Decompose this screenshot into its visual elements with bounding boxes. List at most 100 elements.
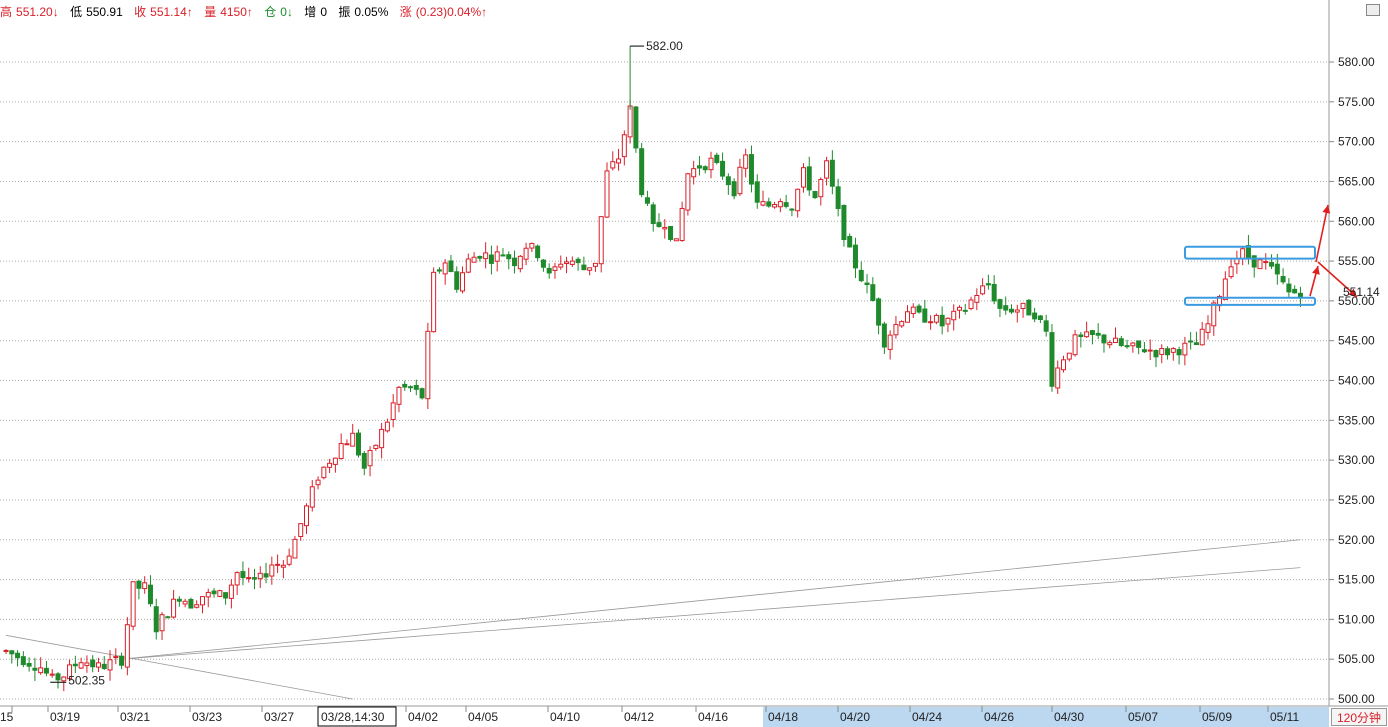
candle-down (1274, 263, 1280, 275)
candle-up (124, 624, 130, 668)
candle-down (806, 166, 812, 191)
candle-up (616, 158, 622, 164)
candle-up (396, 386, 402, 405)
high-annotation: 582.00 (646, 39, 683, 53)
candle-up (893, 324, 899, 336)
candle-down (1193, 342, 1199, 346)
candle-up (460, 272, 466, 292)
candle-up (1014, 309, 1020, 313)
candle-up (142, 582, 148, 590)
candle-up (338, 443, 344, 459)
candle-down (876, 298, 882, 326)
candle-up (95, 662, 101, 668)
candle-down (997, 299, 1003, 309)
candle-down (72, 663, 78, 667)
candle-up (887, 334, 893, 350)
candle-down (650, 204, 656, 224)
highlight-zone-box (1184, 296, 1316, 306)
candle-down (101, 663, 107, 670)
candle-up (1170, 348, 1176, 353)
candle-up (598, 216, 604, 265)
candle-up (431, 271, 437, 333)
candle-down (26, 662, 32, 667)
candle-down (413, 385, 419, 390)
date-tick-label: 05/11 (1270, 710, 1299, 724)
candle-down (644, 197, 650, 204)
candle-up (1182, 342, 1188, 356)
price-tick-label: 510.00 (1338, 612, 1375, 626)
candle-down (43, 667, 49, 674)
candle-down (1165, 348, 1171, 356)
cursor-time-label: 03/28,14:30 (321, 710, 385, 724)
candle-down (454, 271, 460, 290)
price-tick-label: 545.00 (1338, 334, 1375, 348)
candle-down (356, 432, 362, 456)
candle-down (1176, 349, 1182, 356)
candle-up (558, 263, 564, 268)
candle-up (1147, 349, 1153, 352)
trendline (5, 634, 353, 700)
candle-up (286, 555, 292, 565)
candle-down (1078, 334, 1084, 337)
price-tick-label: 515.00 (1338, 573, 1375, 587)
price-tick-label: 525.00 (1338, 493, 1375, 507)
candle-down (1032, 312, 1038, 320)
candle-up (1061, 359, 1067, 371)
date-tick-label: 04/02 (408, 710, 438, 724)
candle-up (956, 306, 962, 311)
candle-up (910, 306, 916, 314)
candle-down (223, 592, 229, 599)
candle-up (309, 486, 315, 508)
candlestick-chart[interactable]: 580.00575.00570.00565.00560.00555.00550.… (0, 0, 1388, 727)
candle-up (587, 267, 593, 271)
candle-up (523, 247, 529, 260)
price-tick-label: 540.00 (1338, 374, 1375, 388)
candle-up (1263, 261, 1269, 264)
candle-down (696, 165, 702, 169)
candle-up (691, 168, 697, 178)
candle-up (1240, 248, 1246, 260)
candle-down (991, 283, 997, 302)
candle-up (824, 160, 830, 179)
candle-up (517, 255, 523, 270)
date-tick-label: 03/21 (120, 710, 150, 724)
candle-up (315, 479, 321, 486)
date-tick-label: 05/09 (1202, 710, 1232, 724)
candle-down (188, 598, 194, 609)
candle-down (754, 181, 760, 203)
candle-down (1043, 320, 1049, 332)
candle-up (344, 443, 350, 446)
candle-down (1037, 315, 1043, 321)
candle-up (442, 262, 448, 275)
candle-up (968, 299, 974, 310)
timeframe-selector[interactable]: 120分钟 (1331, 708, 1387, 726)
low-annotation: 502.35 (68, 673, 105, 687)
candle-up (818, 178, 824, 198)
candle-down (251, 577, 257, 580)
candle-down (668, 225, 674, 240)
candle-down (783, 202, 789, 207)
trendline (121, 567, 1301, 660)
candle-down (402, 383, 408, 388)
candle-up (737, 166, 743, 195)
date-tick-label: 03/27 (264, 710, 294, 724)
candle-down (858, 269, 864, 282)
date-tick-label: 03/23 (192, 710, 222, 724)
candle-down (714, 154, 720, 163)
candle-up (228, 584, 234, 599)
candle-down (55, 673, 61, 681)
candle-up (610, 161, 616, 169)
candle-down (962, 309, 968, 312)
candle-down (32, 667, 38, 671)
price-tick-label: 535.00 (1338, 413, 1375, 427)
candle-up (107, 659, 113, 671)
candle-up (494, 251, 500, 262)
candle-down (985, 283, 991, 286)
candle-down (488, 254, 494, 264)
candle-up (1066, 352, 1072, 360)
candle-up (292, 538, 298, 559)
date-tick-label: 04/18 (768, 710, 798, 724)
candle-up (1055, 367, 1061, 389)
candle-down (1003, 305, 1009, 311)
candle-up (621, 134, 627, 158)
